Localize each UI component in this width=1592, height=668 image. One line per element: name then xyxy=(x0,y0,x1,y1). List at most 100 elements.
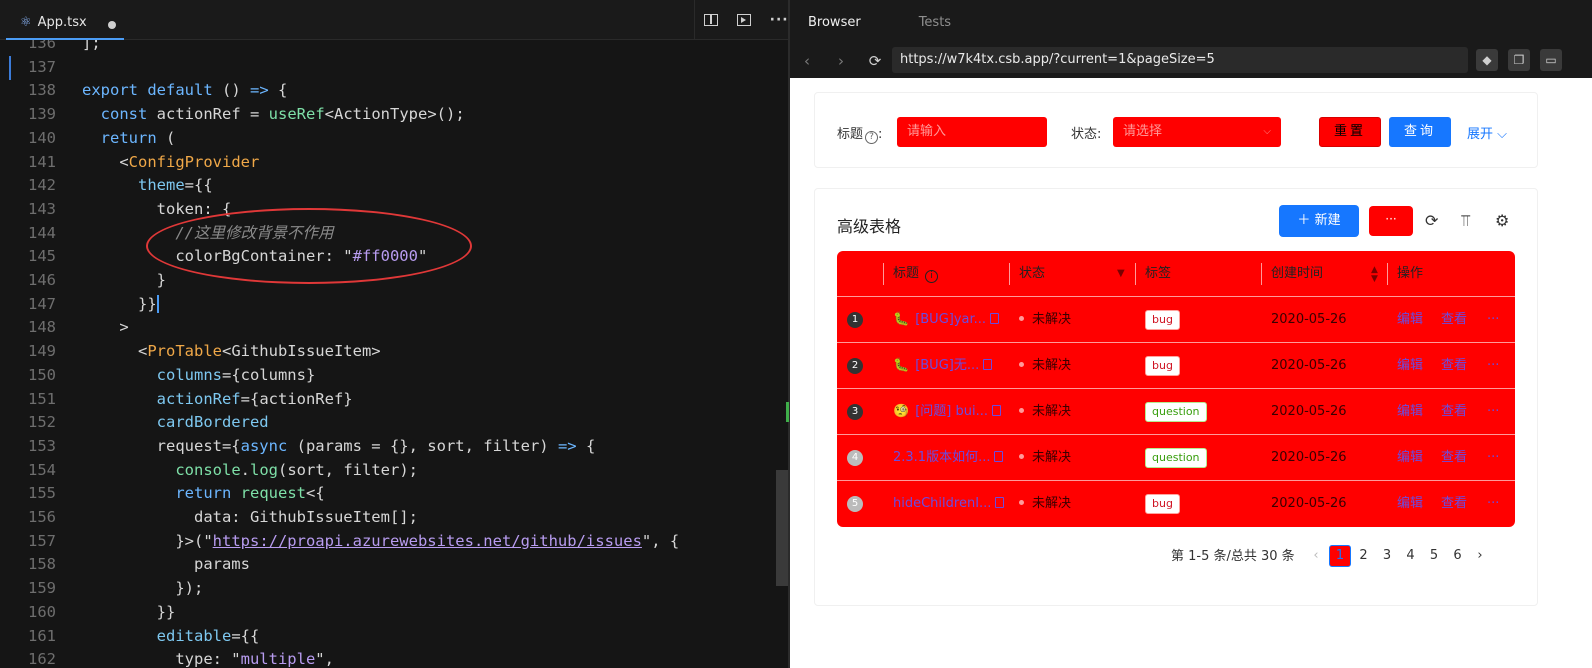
row-index-badge: 4 xyxy=(847,450,863,466)
code-line[interactable]: 137 xyxy=(0,56,780,80)
tab-app-tsx[interactable]: ⚛ App.tsx xyxy=(6,6,124,40)
issue-title-link[interactable]: 2.3.1版本如何... xyxy=(893,450,990,465)
forward-icon[interactable]: › xyxy=(824,52,858,70)
column-title[interactable]: 标题 i xyxy=(893,251,939,297)
title-cell[interactable]: hideChildrenI... xyxy=(893,481,1007,527)
code-line[interactable]: 138 export default () => { xyxy=(0,79,780,103)
more-actions-icon[interactable]: ··· xyxy=(770,12,789,28)
code-line[interactable]: 160 }} xyxy=(0,601,780,625)
new-button[interactable]: ＋ 新建 xyxy=(1279,205,1359,237)
edit-link[interactable]: 编辑 xyxy=(1397,435,1423,481)
density-icon[interactable]: ⫪ xyxy=(1461,211,1470,231)
edit-link[interactable]: 编辑 xyxy=(1397,389,1423,435)
code-line[interactable]: 156 data: GithubIssueItem[]; xyxy=(0,506,780,530)
code-line[interactable]: 136]; xyxy=(0,40,780,56)
code-area[interactable]: 136]; 137 138 export default () => {139 con… xyxy=(0,40,790,668)
next-page-icon[interactable]: › xyxy=(1469,545,1491,567)
expand-link[interactable]: 展开 ⌵ xyxy=(1467,123,1507,142)
reset-button[interactable]: 重置 xyxy=(1319,117,1381,147)
view-link[interactable]: 查看 xyxy=(1441,435,1467,481)
status-cell: 未解决 xyxy=(1019,297,1071,343)
title-cell[interactable]: 🐛 [BUG]yar... xyxy=(893,297,1007,343)
issue-title-link[interactable]: [问题] bui... xyxy=(915,404,988,419)
column-created-at[interactable]: 创建时间 xyxy=(1271,251,1323,297)
code-line[interactable]: 162 type: "multiple", xyxy=(0,648,780,668)
page-item[interactable]: 6 xyxy=(1447,545,1469,567)
code-line[interactable]: 152 cardBordered xyxy=(0,411,780,435)
view-link[interactable]: 查看 xyxy=(1441,389,1467,435)
sort-icon[interactable]: ▲ ▼ xyxy=(1371,266,1378,284)
code-line[interactable]: 150 columns={columns} xyxy=(0,364,780,388)
code-line[interactable]: 159 }); xyxy=(0,577,780,601)
tab-tests[interactable]: Tests xyxy=(919,15,951,30)
copy-icon[interactable] xyxy=(991,405,1001,416)
page-item[interactable]: 5 xyxy=(1423,545,1445,567)
code-line[interactable]: 157 }>("https://proapi.azurewebsites.net… xyxy=(0,530,780,554)
code-line[interactable]: 148 > xyxy=(0,316,780,340)
info-icon[interactable]: i xyxy=(925,270,939,283)
row-more-icon[interactable]: ··· xyxy=(1487,343,1499,389)
issue-title-link[interactable]: [BUG]yar... xyxy=(915,312,986,327)
code-line[interactable]: 151 actionRef={actionRef} xyxy=(0,388,780,412)
issue-title-link[interactable]: [BUG]无... xyxy=(915,358,979,373)
page-item[interactable]: 4 xyxy=(1400,545,1422,567)
copy-icon[interactable] xyxy=(983,359,993,370)
open-new-window-icon[interactable]: ❐ xyxy=(1508,49,1530,71)
row-more-icon[interactable]: ··· xyxy=(1487,297,1499,343)
code-line[interactable]: 147 }} xyxy=(0,293,780,317)
code-line[interactable]: 158 params xyxy=(0,553,780,577)
refresh-icon[interactable]: ⟳ xyxy=(858,52,892,70)
code-line[interactable]: 141 <ConfigProvider xyxy=(0,151,780,175)
view-link[interactable]: 查看 xyxy=(1441,297,1467,343)
settings-icon[interactable]: ⚙ xyxy=(1495,211,1509,230)
page-item[interactable]: 2 xyxy=(1353,545,1375,567)
title-cell[interactable]: 2.3.1版本如何... xyxy=(893,435,1007,481)
edit-link[interactable]: 编辑 xyxy=(1397,297,1423,343)
issue-title-link[interactable]: hideChildrenI... xyxy=(893,496,991,511)
edit-link[interactable]: 编辑 xyxy=(1397,343,1423,389)
title-cell[interactable]: 🐛 [BUG]无... xyxy=(893,343,1007,389)
code-line[interactable]: 154 console.log(sort, filter); xyxy=(0,459,780,483)
editor-actions: ··· xyxy=(694,0,798,40)
code-line[interactable]: 161 editable={{ xyxy=(0,625,780,649)
back-icon[interactable]: ‹ xyxy=(790,52,824,70)
reload-icon[interactable]: ⟳ xyxy=(1425,211,1438,230)
open-preview-icon[interactable] xyxy=(737,14,751,26)
editor-scrollbar[interactable] xyxy=(776,470,788,586)
status-select[interactable]: 请选择 ⌵ xyxy=(1113,117,1281,147)
copy-icon[interactable] xyxy=(995,497,1005,508)
line-number: 144 xyxy=(28,223,56,242)
page-item[interactable]: 1 xyxy=(1329,545,1351,567)
code-line[interactable]: 140 return ( xyxy=(0,127,780,151)
edit-link[interactable]: 编辑 xyxy=(1397,481,1423,527)
column-status[interactable]: 状态 xyxy=(1019,251,1045,297)
row-more-icon[interactable]: ··· xyxy=(1487,435,1499,481)
question-icon[interactable]: ? xyxy=(865,131,879,144)
title-input[interactable]: 请输入 xyxy=(897,117,1047,147)
title-cell[interactable]: 🧐 [问题] bui... xyxy=(893,389,1007,435)
code-line[interactable]: 149 <ProTable<GithubIssueItem> xyxy=(0,340,780,364)
more-button[interactable]: ··· xyxy=(1369,206,1413,236)
devtools-icon[interactable]: ◆ xyxy=(1476,49,1498,71)
column-tags[interactable]: 标签 xyxy=(1145,251,1171,297)
tag-chip: bug xyxy=(1145,494,1180,514)
code-line[interactable]: 155 return request<{ xyxy=(0,482,780,506)
row-more-icon[interactable]: ··· xyxy=(1487,389,1499,435)
code-line[interactable]: 153 request={async (params = {}, sort, f… xyxy=(0,435,780,459)
view-link[interactable]: 查看 xyxy=(1441,343,1467,389)
split-editor-icon[interactable] xyxy=(704,14,719,26)
fullscreen-icon[interactable]: ▭ xyxy=(1540,49,1562,71)
code-line[interactable]: 139 const actionRef = useRef<ActionType>… xyxy=(0,103,780,127)
query-button[interactable]: 查询 xyxy=(1389,117,1451,147)
view-link[interactable]: 查看 xyxy=(1441,481,1467,527)
tab-browser[interactable]: Browser xyxy=(808,15,861,30)
row-index-badge: 2 xyxy=(847,358,863,374)
code-line[interactable]: 142 theme={{ xyxy=(0,174,780,198)
copy-icon[interactable] xyxy=(994,451,1004,462)
copy-icon[interactable] xyxy=(990,313,1000,324)
row-more-icon[interactable]: ··· xyxy=(1487,481,1499,527)
filter-icon[interactable]: ▼ xyxy=(1117,251,1125,297)
prev-page-icon[interactable]: ‹ xyxy=(1305,545,1327,567)
address-input[interactable]: https://w7k4tx.csb.app/?current=1&pageSi… xyxy=(892,47,1468,73)
page-item[interactable]: 3 xyxy=(1376,545,1398,567)
